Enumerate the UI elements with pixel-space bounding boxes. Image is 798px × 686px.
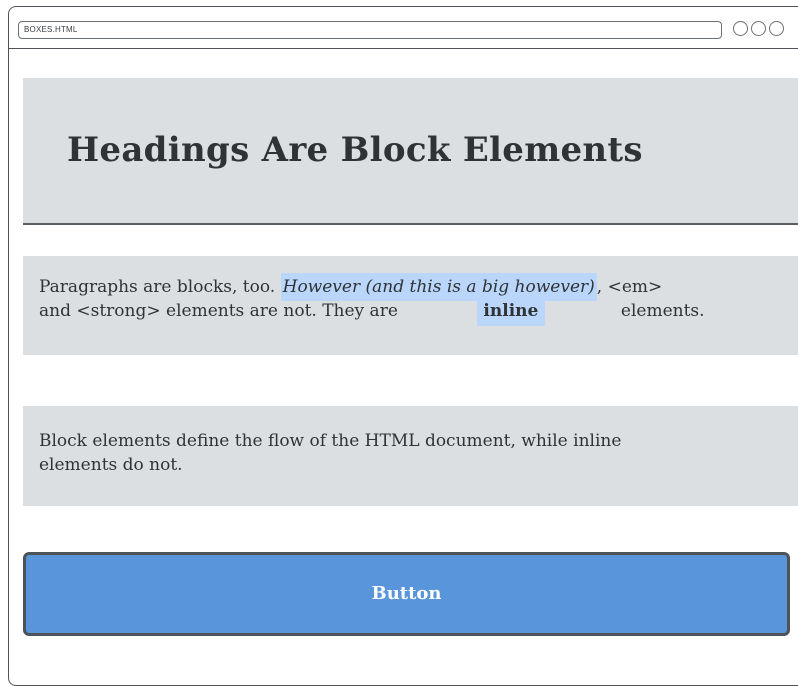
window-control-circle-icon[interactable] <box>769 21 784 36</box>
address-bar[interactable]: BOXES.HTML <box>18 21 722 39</box>
paragraph-1-line-2: and <strong> elements are not. They are i… <box>39 299 782 326</box>
primary-button[interactable]: Button <box>23 552 790 636</box>
strong-highlight: inline <box>476 299 545 326</box>
paragraph-1-line-1: Paragraphs are blocks, too. However (and… <box>39 273 782 301</box>
window-control-circle-icon[interactable] <box>733 21 748 36</box>
page-heading: Headings Are Block Elements <box>67 130 643 170</box>
paragraph-2-line-2: elements do not. <box>39 455 183 475</box>
em-highlight: However (and this is a big however) <box>280 273 597 301</box>
window-control-circle-icon[interactable] <box>751 21 766 36</box>
paragraph-1-line-2-start: and <strong> elements are not. They are <box>39 301 398 321</box>
heading-block: Headings Are Block Elements <box>23 78 798 225</box>
paragraph-1-text-start: Paragraphs are blocks, too. <box>39 277 281 297</box>
window-controls <box>733 21 784 36</box>
paragraph-block-1: Paragraphs are blocks, too. However (and… <box>23 256 798 355</box>
paragraph-1-text-middle: , <em> <box>596 277 663 297</box>
paragraph-2-line-1: Block elements define the flow of the HT… <box>39 431 622 451</box>
paragraph-1-line-2-end: elements. <box>620 301 705 321</box>
paragraph-block-2: Block elements define the flow of the HT… <box>23 406 798 506</box>
title-bar: BOXES.HTML <box>9 7 798 49</box>
